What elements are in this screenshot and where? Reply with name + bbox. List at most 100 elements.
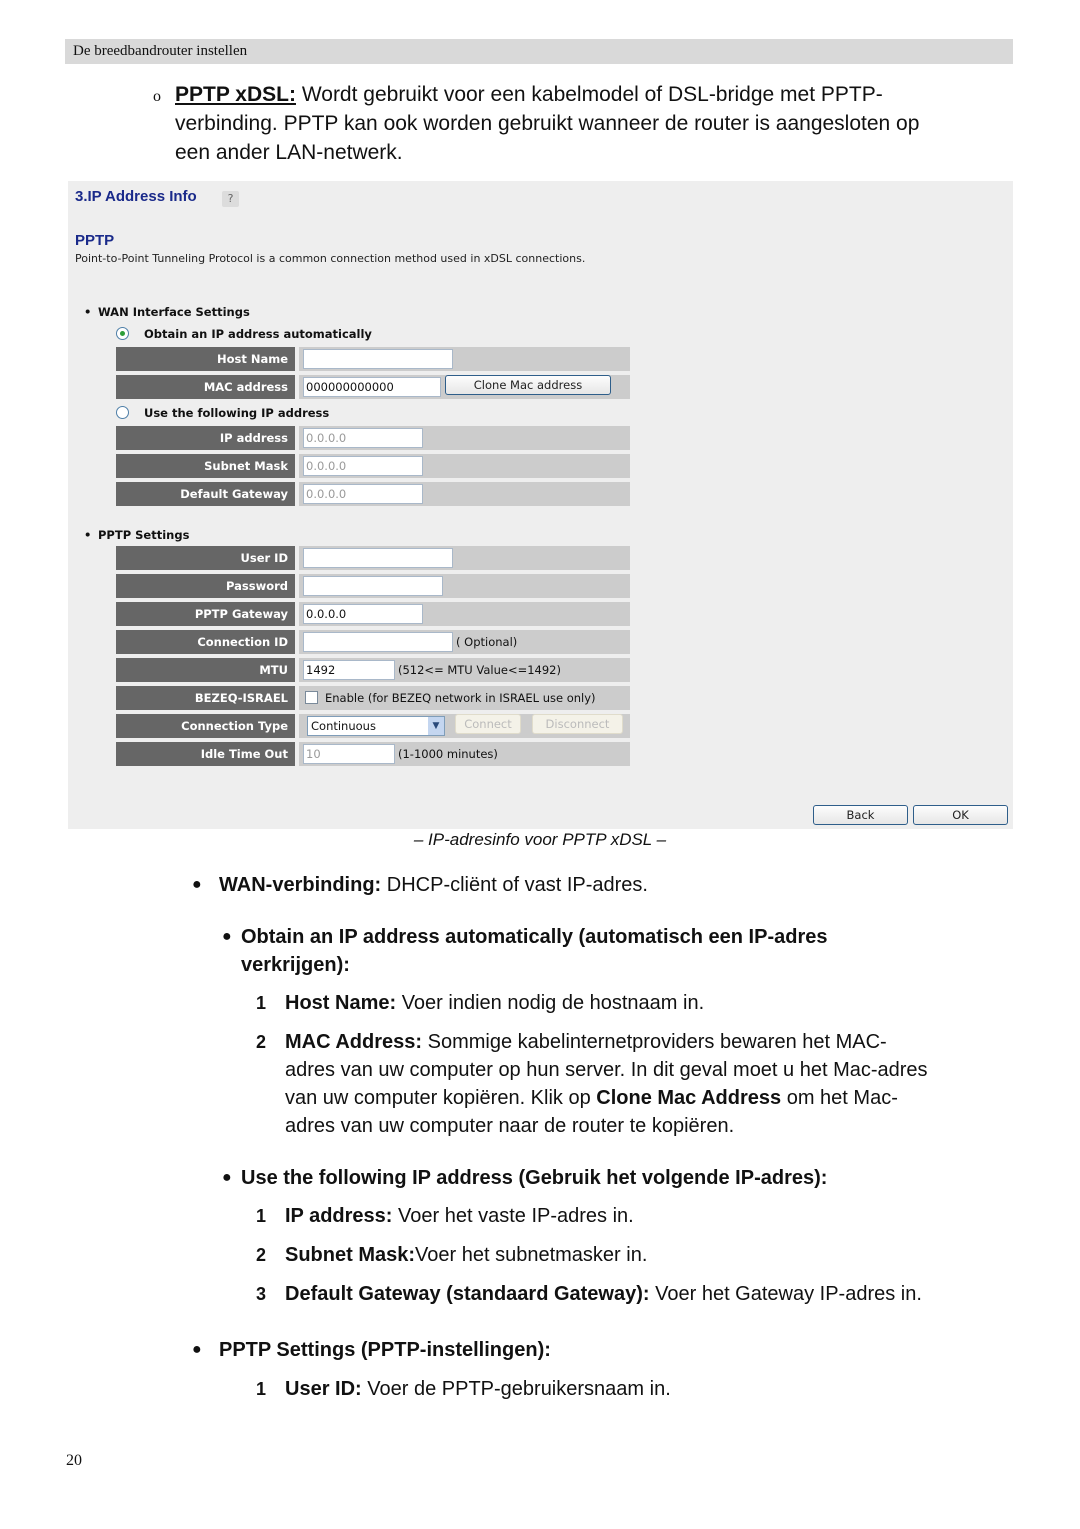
item-obtain-line-1: Obtain an IP address automatically (auto… (241, 926, 828, 948)
section-title: PPTP (75, 232, 115, 249)
user-id-label: User ID (116, 546, 295, 570)
subnet-mask-label: Subnet Mask (116, 454, 295, 478)
row-password: Password (116, 574, 630, 598)
item-obtain: Obtain an IP address automatically (auto… (241, 923, 827, 979)
clone-mac-button[interactable]: Clone Mac address (445, 375, 611, 395)
section-description: Point-to-Point Tunneling Protocol is a c… (75, 252, 586, 265)
bezeq-checkbox[interactable] (305, 691, 318, 704)
list-item-host-name: Host Name: Voer indien nodig de hostnaam… (285, 989, 704, 1017)
bezeq-label: BEZEQ-ISRAEL (116, 686, 295, 710)
user-id-input[interactable] (303, 548, 453, 568)
radio-unchecked-icon[interactable] (116, 406, 129, 419)
connect-button[interactable]: Connect (455, 714, 521, 734)
mac-address-label: MAC address (116, 375, 295, 399)
pptp-gateway-input[interactable]: 0.0.0.0 (303, 604, 423, 624)
row-pptp-gateway: PPTP Gateway 0.0.0.0 (116, 602, 630, 626)
list-number: 2 (256, 1245, 267, 1265)
default-gateway-input[interactable]: 0.0.0.0 (303, 484, 423, 504)
router-screenshot: 3.IP Address Info ? PPTP Point-to-Point … (68, 181, 1013, 829)
intro-line-2: verbinding. PPTP kan ook worden gebruikt… (175, 112, 920, 135)
back-button[interactable]: Back (813, 805, 908, 825)
help-icon[interactable]: ? (222, 191, 239, 207)
item-use-following: Use the following IP address (Gebruik he… (241, 1167, 828, 1189)
row-mac-address: MAC address 000000000000 Clone Mac addre… (116, 375, 630, 399)
bullet-o: o (153, 88, 161, 105)
host-name-label: Host Name (116, 347, 295, 371)
list-number: 1 (256, 1379, 267, 1399)
connection-type-select[interactable]: Continuous ▼ (307, 716, 445, 736)
row-user-id: User ID (116, 546, 630, 570)
intro-line-1: Wordt gebruikt voor een kabelmodel of DS… (295, 83, 883, 106)
row-idle-timeout: Idle Time Out 10 (1-1000 minutes) (116, 742, 630, 766)
pptp-gateway-label: PPTP Gateway (116, 602, 295, 626)
figure-caption: – IP-adresinfo voor PPTP xDSL – (413, 830, 667, 849)
mtu-input[interactable]: 1492 (303, 660, 395, 680)
row-host-name: Host Name (116, 347, 630, 371)
bezeq-note: Enable (for BEZEQ network in ISRAEL use … (325, 691, 596, 705)
bullet-dot: ● (192, 876, 202, 893)
list-item-term: Subnet Mask: (285, 1244, 416, 1266)
mac-address-input[interactable]: 000000000000 (303, 377, 441, 397)
list-item-text: Voer indien nodig de hostnaam in. (396, 992, 705, 1014)
page-title: 3.IP Address Info (75, 188, 197, 205)
connection-id-note: ( Optional) (456, 635, 518, 649)
radio-use-following-label: Use the following IP address (144, 406, 330, 420)
password-label: Password (116, 574, 295, 598)
item-wan-text: DHCP-cliënt of vast IP-adres. (381, 874, 648, 896)
list-item-text: adres van uw computer naar de router te … (285, 1115, 735, 1137)
list-item-text: Sommige kabelinternetproviders bewaren h… (422, 1031, 887, 1053)
ok-button[interactable]: OK (913, 805, 1008, 825)
list-number: 3 (256, 1284, 267, 1304)
list-item-text: Voer het subnetmasker in. (415, 1244, 648, 1266)
list-item-text: van uw computer kopiëren. Klik op (285, 1087, 597, 1109)
list-number: 1 (256, 993, 267, 1013)
row-mtu: MTU 1492 (512<= MTU Value<=1492) (116, 658, 630, 682)
item-wan-term: WAN-verbinding: (219, 874, 382, 896)
connection-id-input[interactable] (303, 632, 453, 652)
bullet-dot: ● (222, 1169, 232, 1186)
list-item-term: Clone Mac Address (596, 1087, 782, 1109)
radio-use-following[interactable]: Use the following IP address (116, 406, 330, 420)
row-connection-id: Connection ID ( Optional) (116, 630, 630, 654)
radio-obtain-auto-label: Obtain an IP address automatically (144, 327, 372, 341)
chevron-down-icon[interactable]: ▼ (428, 717, 444, 735)
list-item-mac-address: MAC Address: Sommige kabelinternetprovid… (285, 1028, 1015, 1140)
row-connection-type: Connection Type Continuous ▼ Connect Dis… (116, 714, 630, 738)
list-number: 2 (256, 1032, 267, 1052)
wan-heading: WAN Interface Settings (84, 305, 250, 319)
list-item-term: User ID: (285, 1378, 362, 1400)
list-item-term: IP address: (285, 1205, 393, 1227)
list-item-default-gateway: Default Gateway (standaard Gateway): Voe… (285, 1280, 922, 1308)
password-input[interactable] (303, 576, 443, 596)
list-item-text: Voer de PPTP-gebruikersnaam in. (361, 1378, 671, 1400)
item-pptp-settings: PPTP Settings (PPTP-instellingen): (219, 1339, 551, 1361)
idle-timeout-note: (1-1000 minutes) (398, 747, 498, 761)
list-item-subnet-mask: Subnet Mask:Voer het subnetmasker in. (285, 1241, 647, 1269)
running-title: De breedbandrouter instellen (73, 43, 248, 59)
ip-address-label: IP address (116, 426, 295, 450)
connection-id-label: Connection ID (116, 630, 295, 654)
list-item-user-id: User ID: Voer de PPTP-gebruikersnaam in. (285, 1375, 671, 1403)
idle-timeout-label: Idle Time Out (116, 742, 295, 766)
intro-line-3: een ander LAN-netwerk. (175, 141, 403, 164)
host-name-input[interactable] (303, 349, 453, 369)
list-item-text: Voer het Gateway IP-adres in. (649, 1283, 922, 1305)
list-item-term: Host Name: (285, 992, 397, 1014)
list-item-text: Voer het vaste IP-adres in. (392, 1205, 634, 1227)
row-bezeq: BEZEQ-ISRAEL Enable (for BEZEQ network i… (116, 686, 630, 710)
subnet-mask-input[interactable]: 0.0.0.0 (303, 456, 423, 476)
idle-timeout-input[interactable]: 10 (303, 744, 395, 764)
connection-type-label: Connection Type (116, 714, 295, 738)
list-item-text: adres van uw computer op hun server. In … (285, 1059, 928, 1081)
radio-checked-icon[interactable] (116, 327, 129, 340)
bullet-dot: ● (192, 1341, 202, 1358)
disconnect-button[interactable]: Disconnect (532, 714, 623, 734)
row-ip-address: IP address 0.0.0.0 (116, 426, 630, 450)
pptp-heading: PPTP Settings (84, 528, 189, 542)
default-gateway-label: Default Gateway (116, 482, 295, 506)
bullet-dot: ● (222, 928, 232, 945)
ip-address-input[interactable]: 0.0.0.0 (303, 428, 423, 448)
radio-obtain-auto[interactable]: Obtain an IP address automatically (116, 327, 372, 341)
list-item-term: Default Gateway (standaard Gateway): (285, 1283, 650, 1305)
intro-paragraph: o PPTP xDSL: Wordt gebruikt voor een kab… (150, 80, 1020, 167)
